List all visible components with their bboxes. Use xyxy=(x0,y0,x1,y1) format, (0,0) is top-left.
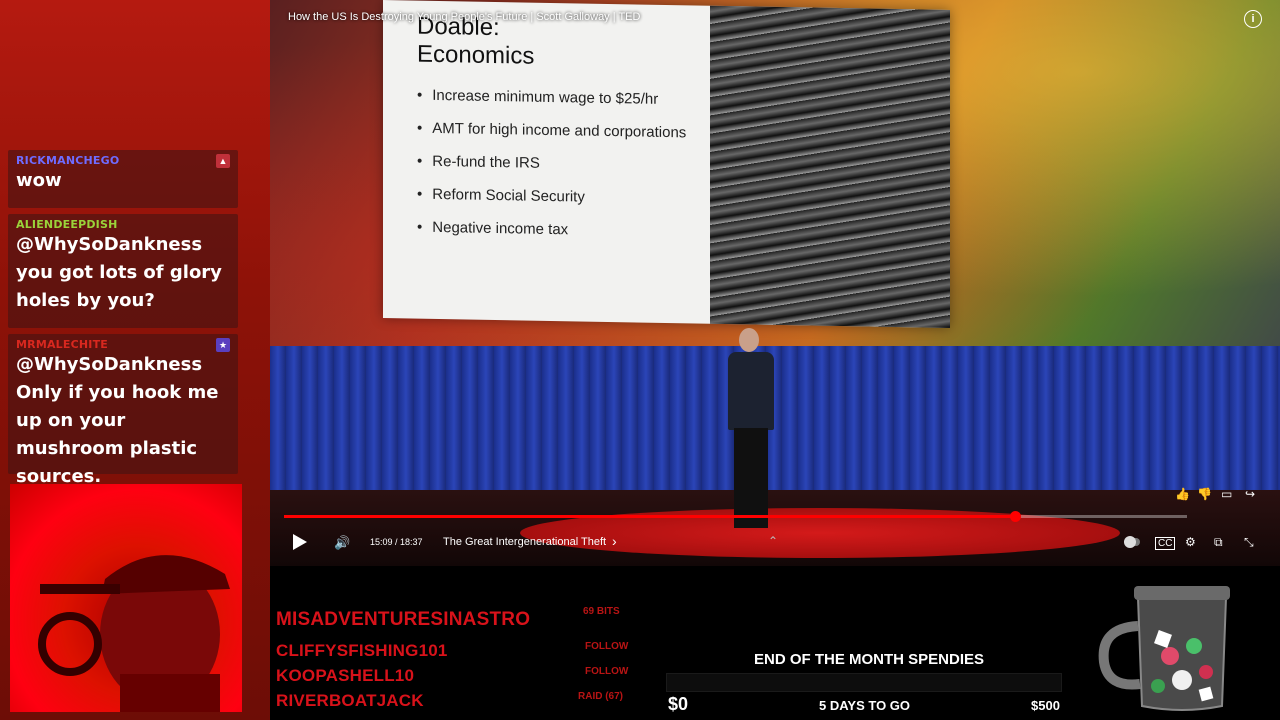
goal-start-amount: $0 xyxy=(668,694,689,714)
gear-icon[interactable]: ⚙ xyxy=(1185,535,1196,549)
cast-icon[interactable]: ⧉ xyxy=(1214,535,1223,550)
slide-bullet: AMT for high income and corporations xyxy=(417,120,686,158)
event-name: CLIFFYSFISHING101 xyxy=(276,641,448,660)
sub-badge-icon: ★ xyxy=(216,338,230,352)
thumbs-up-icon[interactable]: 👍 xyxy=(1175,487,1190,501)
progress-fill xyxy=(284,515,1016,518)
stream-side-panel: RICKMANCHEGO wow ▲ ALIENDEEPDISH @WhySoD… xyxy=(0,0,270,720)
event-tag: FOLLOW xyxy=(585,641,629,652)
share-icon[interactable]: ↪ xyxy=(1245,487,1255,501)
minimize-icon[interactable]: ⤡ xyxy=(1244,535,1254,550)
presentation-slide: Doable: Economics Increase minimum wage … xyxy=(383,0,950,328)
comment-icon[interactable]: ▭ xyxy=(1221,487,1232,501)
chapter-title[interactable]: The Great Intergenerational Theft xyxy=(443,536,606,548)
slide-bullet: Reform Social Security xyxy=(417,186,686,224)
chat-text: @WhySoDankness Only if you hook me up on… xyxy=(16,354,219,487)
chat-username: MRMALECHITE xyxy=(16,338,108,351)
chat-text: @WhySoDankness you got lots of glory hol… xyxy=(16,234,222,311)
event-tag: FOLLOW xyxy=(585,666,629,677)
chevron-up-icon[interactable]: ⌃ xyxy=(768,534,778,548)
event-name: KOOPASHELL10 xyxy=(276,666,415,685)
slide-bullet: Increase minimum wage to $25/hr xyxy=(417,87,686,125)
captions-icon[interactable]: CC xyxy=(1155,537,1176,550)
chat-username: ALIENDEEPDISH xyxy=(16,218,118,231)
webcam-feed xyxy=(10,484,242,712)
autoplay-toggle[interactable] xyxy=(1124,535,1140,549)
event-tag: RAID (67) xyxy=(578,691,624,702)
thumbs-down-icon[interactable]: 👎 xyxy=(1197,487,1212,501)
time-readout: 15:09 / 18:37 xyxy=(370,537,423,547)
info-icon[interactable]: i xyxy=(1244,10,1262,28)
slide-bullet: Negative income tax xyxy=(417,219,686,257)
tip-jar-mug-icon xyxy=(1098,586,1230,711)
chat-username: RICKMANCHEGO xyxy=(16,154,120,167)
video-title[interactable]: How the US Is Destroying Young People's … xyxy=(288,11,640,23)
goal-progress-bar xyxy=(666,673,1062,692)
goal-title: END OF THE MONTH SPENDIES xyxy=(754,651,985,668)
event-tag: 69 BITS xyxy=(583,606,620,617)
speaker-figure xyxy=(722,328,782,534)
slide-crowd-photo xyxy=(710,5,950,328)
chat-text: wow xyxy=(16,170,62,191)
event-name: RIVERBOATJACK xyxy=(276,691,424,710)
chat-message: MRMALECHITE @WhySoDankness Only if you h… xyxy=(8,334,238,487)
goal-days-remaining: 5 DAYS TO GO xyxy=(819,698,911,713)
badge-icon: ▲ xyxy=(216,154,230,168)
event-name: MISADVENTURESINASTRO xyxy=(276,609,531,630)
progress-bar[interactable] xyxy=(284,511,1187,522)
play-icon[interactable] xyxy=(293,534,307,550)
goal-end-amount: $500 xyxy=(1031,698,1060,713)
slide-bullet: Re-fund the IRS xyxy=(417,153,686,191)
chat-message: ALIENDEEPDISH @WhySoDankness you got lot… xyxy=(8,214,238,328)
slide-bullet-list: Increase minimum wage to $25/hr AMT for … xyxy=(417,87,686,257)
chat-message: RICKMANCHEGO wow ▲ xyxy=(8,150,238,208)
streamer-silhouette-icon xyxy=(38,555,230,712)
slide-title-line: Economics xyxy=(417,40,535,70)
chevron-right-icon[interactable]: › xyxy=(612,533,617,549)
volume-icon[interactable]: 🔊 xyxy=(334,535,350,551)
